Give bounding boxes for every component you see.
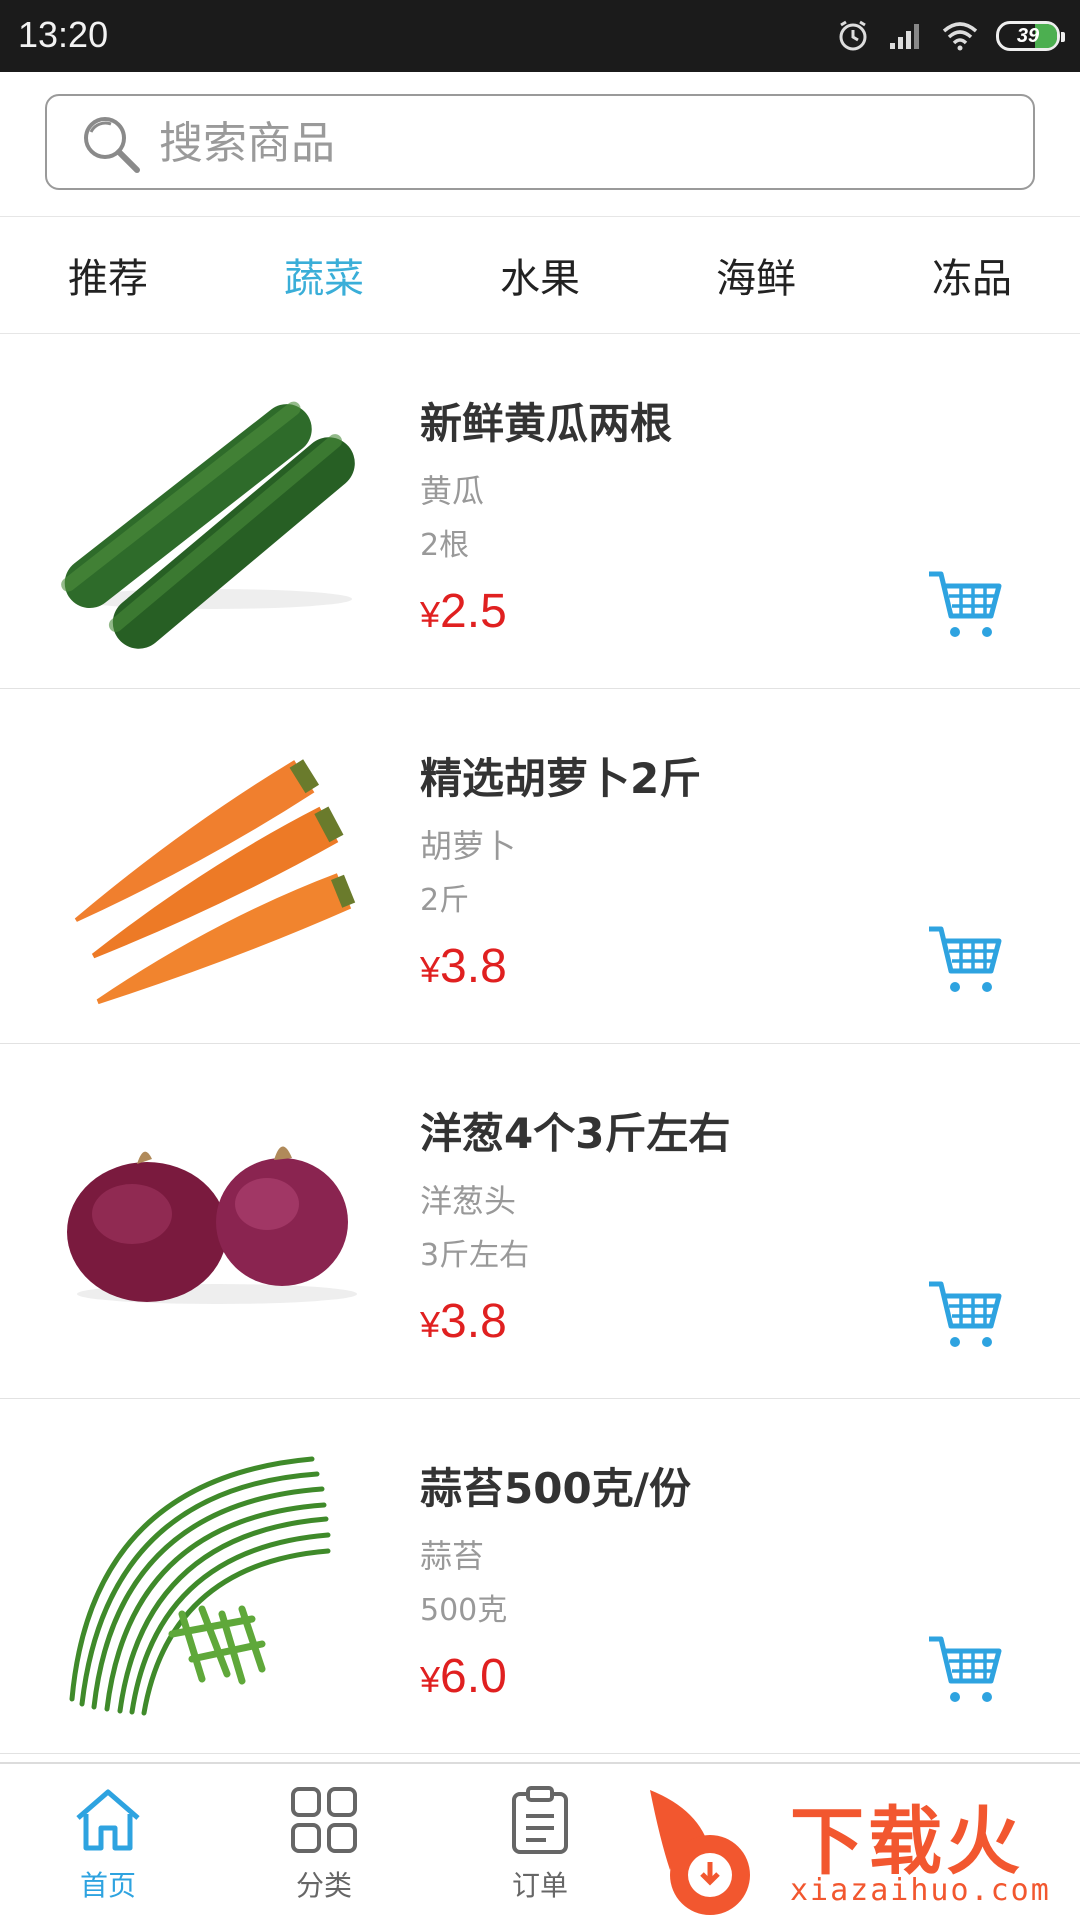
wifi-icon bbox=[942, 21, 978, 51]
tab-vegetables[interactable]: 蔬菜 bbox=[216, 217, 432, 333]
cart-icon[interactable] bbox=[925, 1631, 1005, 1711]
price-value: 3.8 bbox=[440, 940, 507, 993]
alarm-icon bbox=[836, 19, 870, 53]
list-item[interactable]: 精选胡萝卜2斤 胡萝卜 2斤 ¥3.8 bbox=[0, 689, 1080, 1044]
nav-category-label[interactable]: 分类 bbox=[254, 1864, 394, 1904]
product-price: ¥3.8 bbox=[420, 1294, 507, 1349]
product-subtitle: 胡萝卜 bbox=[420, 827, 517, 865]
product-spec: 2根 bbox=[420, 528, 470, 563]
cart-icon[interactable] bbox=[925, 921, 1005, 1001]
product-price: ¥2.5 bbox=[420, 584, 507, 639]
cart-icon[interactable] bbox=[925, 1276, 1005, 1356]
product-image-carrot[interactable] bbox=[52, 709, 372, 1019]
product-price: ¥6.0 bbox=[420, 1649, 507, 1704]
currency-symbol: ¥ bbox=[420, 594, 441, 635]
product-spec: 2斤 bbox=[420, 883, 470, 918]
tab-recommended[interactable]: 推荐 bbox=[0, 217, 216, 333]
product-name[interactable]: 洋葱4个3斤左右 bbox=[420, 1100, 730, 1161]
price-value: 3.8 bbox=[440, 1295, 507, 1348]
product-image-cucumber[interactable] bbox=[52, 354, 372, 664]
home-icon[interactable] bbox=[72, 1789, 144, 1860]
list-item[interactable]: 蒜苔500克/份 蒜苔 500克 ¥6.0 bbox=[0, 1399, 1080, 1754]
currency-symbol: ¥ bbox=[420, 1659, 441, 1700]
list-item[interactable]: 新鲜黄瓜两根 黄瓜 2根 ¥2.5 bbox=[0, 334, 1080, 689]
product-name[interactable]: 新鲜黄瓜两根 bbox=[420, 390, 672, 451]
battery-icon: 39 bbox=[996, 21, 1065, 51]
product-spec: 3斤左右 bbox=[420, 1238, 530, 1273]
cart-icon[interactable] bbox=[925, 566, 1005, 646]
product-subtitle: 黄瓜 bbox=[420, 472, 485, 510]
nav-category[interactable]: 分类 bbox=[254, 1784, 394, 1904]
currency-symbol: ¥ bbox=[420, 949, 441, 990]
category-tabs: 推荐 蔬菜 水果 海鲜 冻品 bbox=[0, 216, 1080, 334]
watermark-url: xiazaihuo.com bbox=[790, 1873, 1051, 1908]
product-image-onion[interactable] bbox=[52, 1064, 372, 1374]
status-time: 13:20 bbox=[18, 14, 109, 55]
status-bar: 13:20 39 bbox=[0, 0, 1080, 72]
product-spec: 500克 bbox=[420, 1593, 508, 1628]
nav-orders[interactable]: 订单 bbox=[470, 1784, 610, 1904]
tab-fruit[interactable]: 水果 bbox=[432, 217, 648, 333]
list-item[interactable]: 洋葱4个3斤左右 洋葱头 3斤左右 ¥3.8 bbox=[0, 1044, 1080, 1399]
currency-symbol: ¥ bbox=[420, 1304, 441, 1345]
search-bar bbox=[0, 72, 1080, 216]
status-icons: 39 bbox=[836, 16, 1065, 56]
tab-seafood[interactable]: 海鲜 bbox=[648, 217, 864, 333]
nav-orders-label[interactable]: 订单 bbox=[470, 1864, 610, 1904]
product-list: 新鲜黄瓜两根 黄瓜 2根 ¥2.5 精选胡萝卜2斤 胡萝卜 2斤 ¥3.8 洋葱… bbox=[0, 334, 1080, 1754]
search-icon[interactable] bbox=[79, 112, 143, 180]
battery-level: 39 bbox=[1016, 24, 1040, 47]
product-name[interactable]: 蒜苔500克/份 bbox=[420, 1455, 691, 1516]
search-input[interactable] bbox=[157, 110, 981, 176]
price-value: 2.5 bbox=[440, 585, 507, 638]
product-subtitle: 蒜苔 bbox=[420, 1537, 485, 1575]
price-value: 6.0 bbox=[440, 1650, 507, 1703]
product-price: ¥3.8 bbox=[420, 939, 507, 994]
product-subtitle: 洋葱头 bbox=[420, 1182, 517, 1220]
nav-home-label[interactable]: 首页 bbox=[38, 1864, 178, 1904]
clipboard-icon[interactable] bbox=[504, 1786, 576, 1860]
product-image-garlic-scape[interactable] bbox=[52, 1419, 372, 1729]
search-box[interactable] bbox=[45, 94, 1035, 190]
nav-home[interactable]: 首页 bbox=[38, 1784, 178, 1904]
tab-frozen[interactable]: 冻品 bbox=[864, 217, 1080, 333]
product-name[interactable]: 精选胡萝卜2斤 bbox=[420, 745, 701, 806]
signal-icon bbox=[888, 21, 924, 51]
grid-icon[interactable] bbox=[288, 1787, 360, 1860]
